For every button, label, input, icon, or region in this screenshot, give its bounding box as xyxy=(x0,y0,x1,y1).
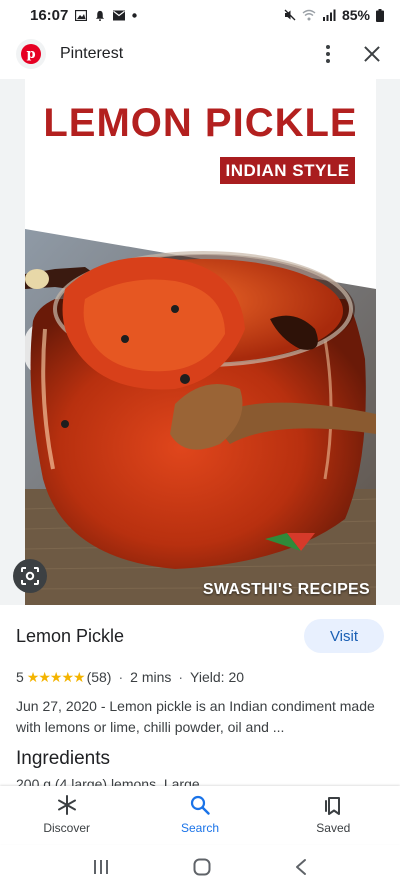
battery-percent: 85% xyxy=(341,7,370,23)
back-icon[interactable] xyxy=(294,858,308,876)
nav-discover[interactable]: Discover xyxy=(17,795,117,835)
result-description: Jun 27, 2020 - Lemon pickle is an Indian… xyxy=(16,698,375,735)
visit-button[interactable]: Visit xyxy=(304,619,384,653)
ingredients-heading: Ingredients xyxy=(16,748,111,769)
nav-saved[interactable]: Saved xyxy=(283,795,383,835)
nav-search[interactable]: Search xyxy=(150,795,250,835)
separator-dot: · xyxy=(178,669,184,685)
meta-row: 5 ★★★★★ (58) · 2 mins · Yield: 20 xyxy=(16,666,384,688)
image-watermark: SWASTHI'S RECIPES xyxy=(202,581,370,598)
home-icon[interactable] xyxy=(193,858,211,876)
signal-icon xyxy=(322,9,336,21)
image-icon xyxy=(75,9,88,21)
mute-icon xyxy=(284,9,296,21)
yield: Yield: 20 xyxy=(190,669,245,685)
system-navigation xyxy=(0,844,400,889)
search-icon xyxy=(190,795,210,815)
asterisk-icon xyxy=(57,795,76,815)
pickle-photo[interactable]: LEMON PICKLE INDIAN STYLE SWASTHI'S RECI… xyxy=(25,79,376,605)
status-left: 16:07 xyxy=(30,6,138,24)
cook-time: 2 mins xyxy=(130,669,172,685)
nav-saved-label: Saved xyxy=(316,821,351,835)
mail-icon xyxy=(113,10,126,20)
pinterest-logo: p xyxy=(16,39,46,69)
title-row: Lemon Pickle Visit xyxy=(16,606,384,666)
separator-dot: · xyxy=(118,669,124,685)
rating-value: 5 xyxy=(16,669,24,685)
rating-stars: ★★★★★ xyxy=(26,668,86,685)
image-preview[interactable]: LEMON PICKLE INDIAN STYLE SWASTHI'S RECI… xyxy=(0,79,400,605)
pinterest-logo-letter: p xyxy=(21,44,41,64)
status-bar: 16:07 85% xyxy=(0,0,400,30)
source-header: p Pinterest xyxy=(0,30,400,78)
recent-apps-icon[interactable] xyxy=(92,859,110,875)
review-count: (58) xyxy=(86,669,112,685)
bell-icon xyxy=(96,10,105,21)
close-icon[interactable] xyxy=(360,42,384,66)
result-info: Lemon Pickle Visit 5 ★★★★★ (58) · 2 mins… xyxy=(0,606,400,792)
bottom-nav: Discover Search Saved xyxy=(0,786,400,844)
site-name[interactable]: Pinterest xyxy=(60,45,314,63)
status-time: 16:07 xyxy=(30,6,69,24)
lens-icon xyxy=(21,567,39,585)
image-subtitle: INDIAN STYLE xyxy=(220,157,355,184)
pickle-jar-illustration xyxy=(25,229,376,605)
nav-search-label: Search xyxy=(180,821,219,835)
nav-discover-label: Discover xyxy=(43,821,90,835)
image-title: LEMON PICKLE xyxy=(43,101,358,145)
result-title[interactable]: Lemon Pickle xyxy=(16,626,124,647)
lens-button[interactable] xyxy=(13,559,47,593)
battery-icon xyxy=(376,8,384,22)
bookmarks-icon xyxy=(325,797,341,815)
dot-icon xyxy=(132,12,138,18)
wifi-icon xyxy=(302,9,316,21)
status-right: 85% xyxy=(284,7,384,23)
more-options-icon[interactable] xyxy=(314,40,342,68)
